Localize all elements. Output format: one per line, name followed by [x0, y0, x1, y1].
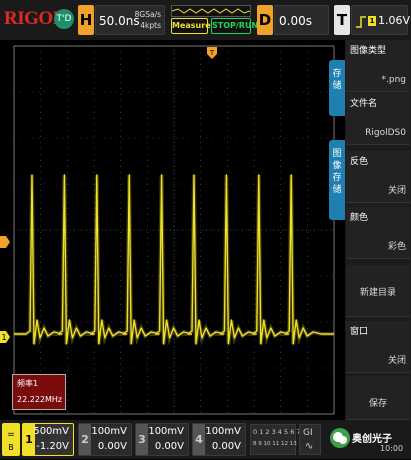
trigger-position-marker[interactable]: T	[207, 44, 217, 59]
menu-item-window[interactable]: 窗口 关闭	[346, 321, 410, 373]
svg-text:=: =	[7, 430, 15, 440]
channel-offset: -1.20V	[36, 441, 69, 452]
memory-waveform-icon	[172, 8, 250, 14]
menu-item-title: 反色	[350, 157, 369, 167]
timebase-field[interactable]: 50.0ns 8GSa/s 4kpts	[95, 5, 165, 35]
sample-rate: 8GSa/s	[134, 10, 161, 19]
menu-item-title: 窗口	[350, 327, 369, 337]
channel-offset: 0.00V	[211, 441, 241, 452]
brand-logo: RIGOL	[4, 8, 65, 29]
wave-icon: ∿	[305, 441, 314, 452]
menu-item-image-type[interactable]: 图像类型 *.png	[346, 40, 410, 92]
menu-item-value: RigolDS0	[365, 128, 406, 138]
channel-scale: 100mV	[205, 426, 241, 437]
menu-tab-image-save[interactable]: 图 像 存 储	[329, 140, 345, 220]
channel-number: 4	[193, 424, 205, 455]
menu-item-save[interactable]: 保存	[346, 376, 410, 420]
menu-item-invert[interactable]: 反色 关闭	[346, 151, 410, 203]
trigger-key[interactable]: T	[334, 5, 350, 35]
delay-field[interactable]: 0.00s	[274, 5, 329, 35]
channel-scale: 100mV	[91, 426, 127, 437]
channel-scale: 100mV	[148, 426, 184, 437]
trigger-level-marker[interactable]	[0, 233, 10, 248]
digital-row-1: 0 1 2 3 4 5 6 7	[253, 428, 301, 436]
clock: 10:00	[380, 444, 404, 453]
channel-scale: 500mV	[33, 426, 69, 437]
menu-item-value: 新建目录	[359, 288, 396, 298]
channel-3[interactable]: 3 100mV 0.00V	[135, 423, 189, 456]
menu-tab-save[interactable]: 存 储	[329, 60, 345, 116]
menu-item-value: 关闭	[387, 356, 406, 366]
memory-depth: 4kpts	[140, 21, 161, 30]
waveform-screen	[0, 40, 345, 420]
channel-number: 3	[136, 424, 148, 455]
menu-item-title: 文件名	[350, 99, 378, 109]
frequency-title: 频率1	[17, 379, 39, 388]
svg-text:B: B	[8, 443, 14, 452]
horizontal-key[interactable]: H	[78, 5, 94, 35]
gi-button[interactable]: GI ∿	[299, 424, 321, 455]
svg-text:1: 1	[1, 333, 6, 342]
menu-item-title: 图像类型	[350, 46, 387, 56]
menu-item-value: *.png	[381, 75, 407, 85]
trigger-field[interactable]: 1 1.06V	[351, 5, 411, 35]
gi-label: GI	[303, 428, 313, 438]
menu-item-title: 颜色	[350, 213, 369, 223]
waveform-plot	[13, 45, 335, 415]
watermark-text: 奥创光子	[352, 434, 392, 445]
svg-text:T: T	[209, 49, 215, 57]
delay-key[interactable]: D	[257, 5, 273, 35]
frequency-value: 22.222MHz	[17, 395, 63, 404]
channel-number: 2	[79, 424, 91, 455]
wechat-icon	[330, 428, 350, 448]
menu-item-filename[interactable]: 文件名 RigolDS0	[346, 93, 410, 145]
timebase-value: 50.0ns	[99, 14, 140, 28]
memory-position-bar[interactable]	[171, 5, 251, 17]
digital-channels[interactable]: 0 1 2 3 4 5 6 7 8 9 10 11 12 13 14 15	[250, 424, 314, 455]
ch1-coupling-icon[interactable]: = B	[2, 423, 20, 456]
menu-item-value: 关闭	[387, 186, 406, 196]
channel-offset: 0.00V	[97, 441, 127, 452]
measure-button[interactable]: Measure	[171, 18, 211, 34]
menu-item-new-folder[interactable]: 新建目录	[346, 265, 410, 317]
channel-offset: 0.00V	[154, 441, 184, 452]
trigger-edge-icon	[356, 14, 366, 28]
frequency-measurement[interactable]: 频率1 22.222MHz	[12, 374, 66, 410]
mode-badge: T'D	[54, 9, 74, 29]
channel-1[interactable]: 1 500mV -1.20V	[22, 423, 74, 456]
menu-item-value: 彩色	[387, 242, 406, 252]
trigger-source-badge: 1	[368, 16, 376, 26]
ch1-offset-marker[interactable]: 1	[0, 328, 10, 343]
menu-item-color[interactable]: 颜色 彩色	[346, 207, 410, 259]
channel-2[interactable]: 2 100mV 0.00V	[78, 423, 132, 456]
menu-item-value: 保存	[368, 399, 387, 409]
channel-4[interactable]: 4 100mV 0.00V	[192, 423, 246, 456]
delay-value: 0.00s	[279, 14, 312, 28]
trigger-level: 1.06V	[378, 14, 411, 27]
stop-run-button[interactable]: STOP/RUN	[211, 18, 258, 34]
